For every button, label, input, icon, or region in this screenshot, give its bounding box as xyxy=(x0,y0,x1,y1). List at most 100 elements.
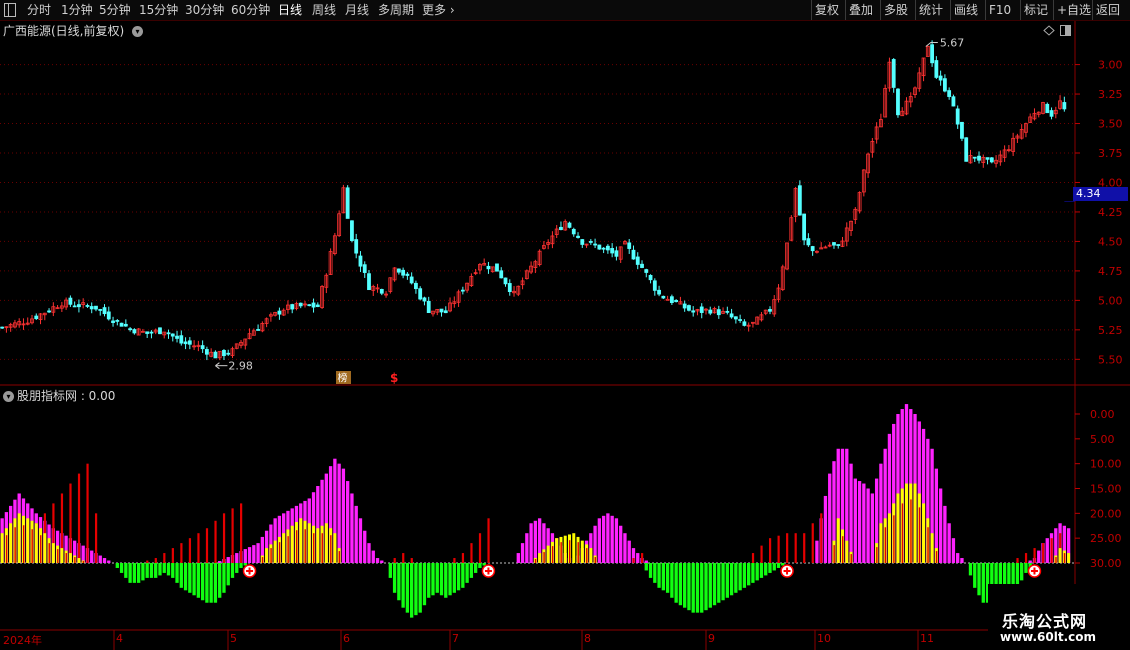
statistics-button[interactable]: 统计 xyxy=(915,0,946,20)
price-tick-label: 5.00 xyxy=(1098,294,1123,307)
period-tab-weekly[interactable]: 周线 xyxy=(312,0,336,20)
green-bar xyxy=(183,563,188,591)
yellow-bar xyxy=(572,533,576,563)
magenta-bar xyxy=(354,505,358,563)
red-bar xyxy=(777,535,780,563)
red-bar xyxy=(820,513,823,563)
panel-toggle-icon[interactable] xyxy=(1060,25,1072,36)
candle-body xyxy=(499,270,504,279)
magenta-bar xyxy=(951,538,956,563)
red-bar xyxy=(77,473,81,563)
red-bar xyxy=(240,503,243,563)
candle-body xyxy=(405,273,410,276)
magenta-bar xyxy=(866,488,870,563)
date-label-apr: 4 xyxy=(116,632,123,645)
red-bar xyxy=(69,483,72,563)
magenta-bar xyxy=(857,481,862,563)
candle-body xyxy=(1062,102,1067,110)
date-axis: 2024年 4 5 6 7 8 9 10 11 xyxy=(0,630,988,650)
magenta-bar xyxy=(98,555,102,563)
candle-body xyxy=(580,239,585,245)
period-tab-60min[interactable]: 60分钟 xyxy=(231,0,270,20)
green-bar xyxy=(171,563,175,578)
red-bar xyxy=(935,551,938,563)
candle-body xyxy=(942,78,947,92)
red-bar xyxy=(487,518,490,563)
drawing-button[interactable]: 画线 xyxy=(950,0,981,20)
yellow-bar xyxy=(580,540,584,563)
red-bar xyxy=(146,560,149,563)
magenta-bar xyxy=(610,515,614,563)
price-tick-label: 3.00 xyxy=(1098,59,1123,72)
magenta-bar xyxy=(815,540,819,563)
candle-body xyxy=(699,306,704,313)
green-bar xyxy=(657,563,661,588)
f10-button[interactable]: F10 xyxy=(985,0,1014,20)
mark-button[interactable]: 标记 xyxy=(1020,0,1051,20)
period-tab-daily[interactable]: 日线 xyxy=(278,0,302,20)
green-bar xyxy=(452,563,456,593)
period-tab-30min[interactable]: 30分钟 xyxy=(185,0,224,20)
period-tab-1min[interactable]: 1分钟 xyxy=(61,0,93,20)
red-bar xyxy=(14,527,16,563)
period-tab-15min[interactable]: 15分钟 xyxy=(139,0,178,20)
back-button[interactable]: 返回 xyxy=(1092,0,1123,20)
yellow-bar xyxy=(589,548,593,563)
green-bar xyxy=(200,563,205,601)
candle-body xyxy=(422,297,427,302)
candle-body xyxy=(204,349,209,355)
chevron-down-icon[interactable]: ▾ xyxy=(132,26,144,37)
period-tab-fenshi[interactable]: 分时 xyxy=(27,0,51,20)
yellow-bar xyxy=(555,538,559,563)
red-bar xyxy=(1016,558,1019,563)
candle-body xyxy=(166,332,171,335)
red-bar xyxy=(321,533,323,563)
period-tab-5min[interactable]: 5分钟 xyxy=(99,0,131,20)
chart-canvas[interactable]: 5.505.255.004.754.504.254.003.753.503.25… xyxy=(0,21,1130,650)
green-bar xyxy=(409,563,414,618)
candle-body xyxy=(183,341,188,345)
magenta-bar xyxy=(614,518,619,563)
green-bar xyxy=(132,563,137,583)
magenta-bar xyxy=(243,549,247,563)
yellow-bar xyxy=(43,533,47,563)
chart-area: 5.50 5.25 5.00 4.75 4.50 4.25 4.00 3.75 3.50 3.25… xyxy=(0,21,1130,650)
green-bar xyxy=(721,563,725,601)
date-label-jul: 7 xyxy=(452,632,459,645)
magenta-bar xyxy=(627,540,631,563)
magenta-bar xyxy=(235,553,239,563)
candle-body xyxy=(665,298,670,301)
candle-body xyxy=(972,156,977,159)
diamond-icon[interactable] xyxy=(1043,25,1055,36)
add-watchlist-button[interactable]: +自选 xyxy=(1053,0,1094,20)
candle-body xyxy=(652,280,657,291)
green-bar xyxy=(392,563,397,593)
sidebar-toggle-icon[interactable] xyxy=(4,3,16,17)
restore-rights-button[interactable]: 复权 xyxy=(811,0,842,20)
green-bar xyxy=(712,563,717,606)
indicator-tick-label: 25.00 xyxy=(1090,532,1122,545)
candle-body xyxy=(0,326,5,329)
candle-body xyxy=(631,249,636,260)
overlay-button[interactable]: 叠加 xyxy=(845,0,876,20)
period-tab-monthly[interactable]: 月线 xyxy=(345,0,369,20)
chevron-down-icon[interactable]: ▾ xyxy=(3,391,14,402)
red-bar xyxy=(214,520,217,563)
yellow-bar xyxy=(538,553,542,563)
candle-body xyxy=(307,304,312,307)
candle-body xyxy=(175,335,179,339)
red-bar xyxy=(1050,538,1053,563)
date-label-sep: 9 xyxy=(708,632,715,645)
candle-body xyxy=(802,213,807,241)
period-tab-multi[interactable]: 多周期 xyxy=(378,0,414,20)
candle-body xyxy=(742,321,747,326)
red-bar xyxy=(261,557,264,563)
magenta-bar xyxy=(606,513,610,563)
yellow-bar xyxy=(922,503,926,563)
magenta-bar xyxy=(516,553,520,563)
multi-stock-button[interactable]: 多股 xyxy=(880,0,911,20)
candle-body xyxy=(960,121,964,139)
red-bar xyxy=(154,558,157,563)
yellow-bar xyxy=(563,535,567,563)
period-tab-more[interactable]: 更多 › xyxy=(422,0,455,20)
